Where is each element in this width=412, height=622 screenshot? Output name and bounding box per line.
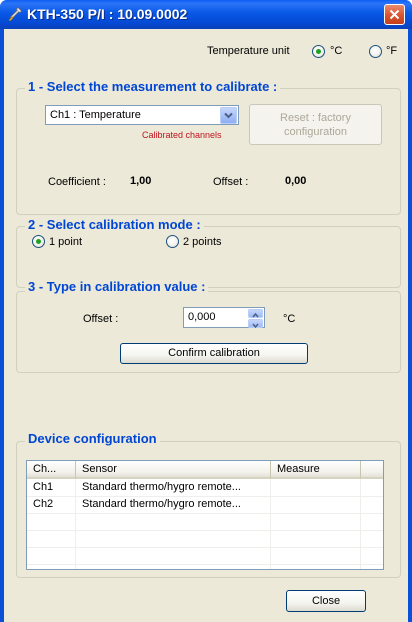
chevron-up-icon <box>252 312 259 318</box>
column-header-sensor[interactable]: Sensor <box>76 461 271 479</box>
window-title: KTH-350 P/I : 10.09.0002 <box>27 6 188 22</box>
mode-2-points-radio[interactable] <box>166 235 179 248</box>
spin-down-button[interactable] <box>248 319 263 329</box>
calibrated-channels-note: Calibrated channels <box>142 130 222 140</box>
row-channel: Ch2 <box>33 498 54 510</box>
unit-fahrenheit-radio[interactable] <box>369 45 382 58</box>
column-header-measure[interactable]: Measure <box>271 461 361 479</box>
mode-1-point-label[interactable]: 1 point <box>49 236 82 248</box>
close-button[interactable]: Close <box>286 590 366 612</box>
row-sensor: Standard thermo/hygro remote... <box>82 498 241 510</box>
calibration-offset-value: 0,000 <box>188 311 216 323</box>
reset-factory-line1: Reset : factory <box>280 112 351 124</box>
unit-celsius-label[interactable]: °C <box>330 45 342 57</box>
calibration-offset-label: Offset : <box>83 313 119 325</box>
chevron-down-icon <box>224 112 233 119</box>
offset-value: 0,00 <box>285 175 307 187</box>
dialog-body: Temperature unit °C °F 1 - Select the me… <box>4 29 408 622</box>
measurement-group-title: 1 - Select the measurement to calibrate … <box>25 79 281 94</box>
wrench-icon <box>8 6 23 22</box>
close-window-button[interactable] <box>384 4 405 25</box>
reset-factory-button[interactable]: Reset : factory configuration <box>249 104 382 145</box>
calibration-value-group-title: 3 - Type in calibration value : <box>25 279 209 294</box>
device-config-table[interactable]: Ch... Sensor Measure Ch1 Standard thermo… <box>26 460 384 570</box>
grid-line <box>27 547 383 548</box>
spin-up-button[interactable] <box>248 309 263 318</box>
coefficient-label: Coefficient : <box>48 176 106 188</box>
channel-select[interactable]: Ch1 : Temperature <box>45 105 239 125</box>
dialog-window: KTH-350 P/I : 10.09.0002 Temperature uni… <box>0 0 412 622</box>
device-config-group-title: Device configuration <box>25 431 160 446</box>
grid-line <box>27 530 383 531</box>
calibration-unit-label: °C <box>283 313 296 325</box>
temperature-unit-label: Temperature unit <box>207 45 290 57</box>
channel-select-dropdown-button[interactable] <box>220 107 237 124</box>
table-row[interactable]: Ch1 Standard thermo/hygro remote... <box>27 480 383 496</box>
grid-line <box>27 513 383 514</box>
column-header-filler <box>361 461 383 479</box>
mode-2-points-label[interactable]: 2 points <box>183 236 222 248</box>
title-bar[interactable]: KTH-350 P/I : 10.09.0002 <box>0 0 412 29</box>
offset-spinner[interactable] <box>248 309 263 329</box>
offset-label: Offset : <box>213 176 249 188</box>
mode-1-point-radio[interactable] <box>32 235 45 248</box>
coefficient-value: 1,00 <box>130 175 152 187</box>
table-header: Ch... Sensor Measure <box>27 461 383 479</box>
calibration-mode-group-title: 2 - Select calibration mode : <box>25 217 204 232</box>
unit-fahrenheit-label[interactable]: °F <box>386 45 397 57</box>
calibration-offset-input[interactable]: 0,000 <box>183 307 265 329</box>
channel-select-value: Ch1 : Temperature <box>50 109 141 121</box>
temperature-unit-bar: Temperature unit °C °F <box>4 45 408 61</box>
reset-factory-line2: configuration <box>284 126 347 138</box>
grid-line <box>27 564 383 565</box>
chevron-down-icon <box>252 323 259 329</box>
close-icon <box>389 9 400 20</box>
table-row[interactable]: Ch2 Standard thermo/hygro remote... <box>27 497 383 513</box>
row-channel: Ch1 <box>33 481 54 493</box>
column-header-channel[interactable]: Ch... <box>27 461 76 479</box>
unit-celsius-radio[interactable] <box>312 45 325 58</box>
row-sensor: Standard thermo/hygro remote... <box>82 481 241 493</box>
confirm-calibration-button[interactable]: Confirm calibration <box>120 343 308 364</box>
